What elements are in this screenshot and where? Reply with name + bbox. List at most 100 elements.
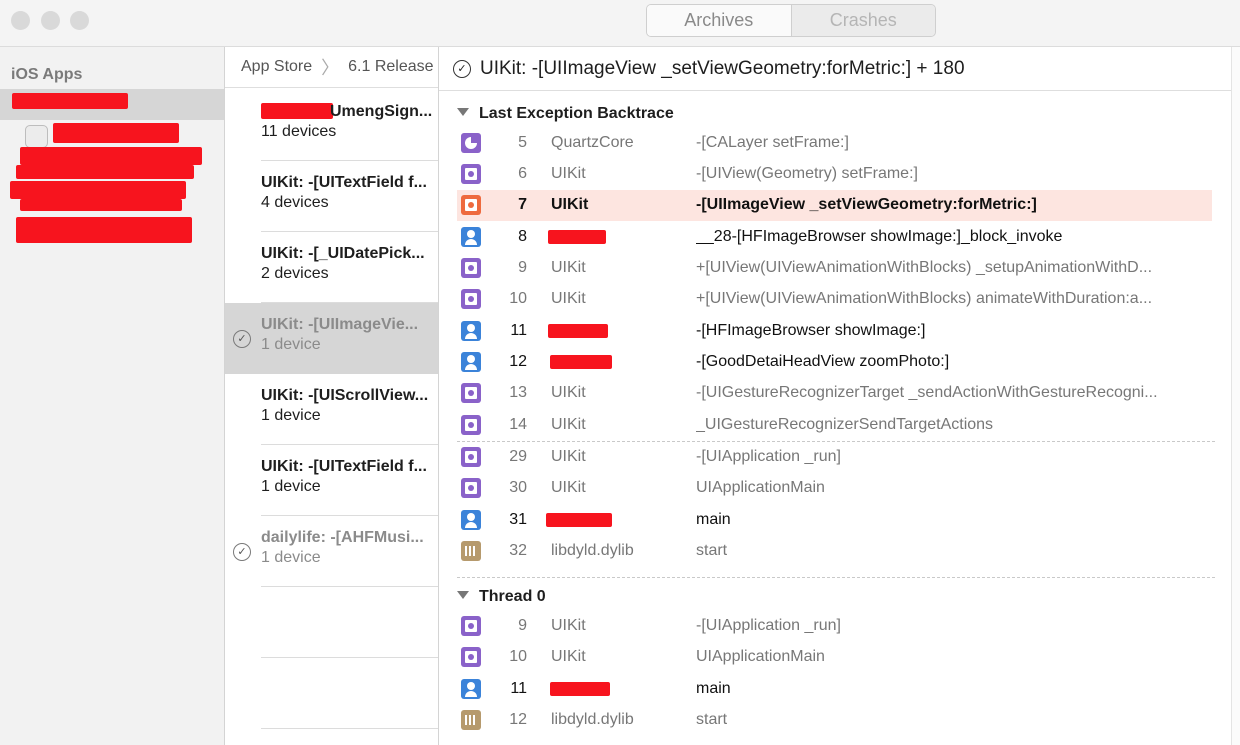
empty-list-row (225, 658, 438, 729)
frame-library: UIKit (551, 259, 586, 276)
frame-symbol: -[CALayer setFrame:] (696, 134, 849, 151)
close-window-button[interactable] (11, 11, 30, 30)
redacted-app-name (261, 103, 333, 119)
frame-library: UIKit (551, 648, 586, 665)
stack-frame-row[interactable]: 30 UIKit UIApplicationMain (457, 473, 1212, 504)
quartzcore-icon (461, 133, 481, 153)
stack-frame-row[interactable]: 11 -[HFImageBrowser showImage:] (457, 316, 1212, 347)
disclosure-triangle-icon[interactable] (457, 591, 469, 599)
stack-frame-row[interactable]: 8 __28-[HFImageBrowser showImage:]_block… (457, 222, 1212, 253)
tab-crashes[interactable]: Crashes (791, 5, 935, 36)
frame-number: 8 (518, 228, 527, 245)
crash-list-item[interactable]: UmengSign... 11 devices (225, 90, 438, 161)
crash-device-count: 1 device (261, 478, 321, 495)
stack-frame-row[interactable]: 9 UIKit +[UIView(UIViewAnimationWithBloc… (457, 253, 1212, 284)
redacted-app-name (53, 123, 179, 143)
frame-library: UIKit (551, 448, 586, 465)
crash-title: UmengSign... (330, 103, 433, 120)
crash-list-item[interactable]: UIKit: -[UITextField f... 4 devices (225, 161, 438, 232)
stack-frame-row-highlighted[interactable]: 7 UIKit -[UIImageView _setViewGeometry:f… (457, 190, 1212, 221)
framework-icon (461, 478, 481, 498)
crash-detail: ✓ UIKit: -[UIImageView _setViewGeometry:… (439, 47, 1231, 745)
section-last-exception-backtrace[interactable]: Last Exception Backtrace (457, 105, 674, 123)
frame-symbol: _UIGestureRecognizerSendTargetActions (696, 416, 994, 433)
title-bar: Archives Crashes (0, 0, 1240, 47)
app-icon (25, 125, 48, 148)
frame-number: 11 (510, 322, 527, 339)
framework-icon (461, 258, 481, 278)
framework-icon (461, 415, 481, 435)
frame-symbol: -[UIApplication _run] (696, 617, 841, 634)
redacted-app-name (16, 217, 192, 243)
user-code-icon (461, 227, 481, 247)
frame-symbol: start (696, 542, 728, 559)
breadcrumb-app-store[interactable]: App Store (241, 58, 312, 76)
stack-frame-row[interactable]: 10 UIKit UIApplicationMain (457, 642, 1212, 673)
redacted-app-name (20, 147, 202, 165)
crash-list-item[interactable]: UIKit: -[UIScrollView... 1 device (225, 374, 438, 445)
frame-library: UIKit (551, 165, 586, 182)
frame-library: QuartzCore (551, 134, 634, 151)
framework-icon (461, 616, 481, 636)
disclosure-triangle-icon[interactable] (457, 108, 469, 116)
redacted-app-name (10, 181, 186, 199)
framework-icon (461, 447, 481, 467)
stack-frame-row[interactable]: 31 main (457, 505, 1212, 536)
stack-frame-row[interactable]: 14 UIKit _UIGestureRecognizerSendTargetA… (457, 410, 1212, 441)
zoom-window-button[interactable] (70, 11, 89, 30)
user-code-icon (461, 321, 481, 341)
frame-symbol: -[GoodDetaiHeadView zoomPhoto:] (696, 353, 950, 370)
stack-frame-row[interactable]: 5 QuartzCore -[CALayer setFrame:] (457, 128, 1212, 159)
redacted-app-name (12, 93, 128, 109)
frame-symbol: +[UIView(UIViewAnimationWithBlocks) _set… (696, 259, 1153, 276)
vertical-scrollbar[interactable] (1231, 47, 1240, 745)
stack-frame-row[interactable]: 10 UIKit +[UIView(UIViewAnimationWithBlo… (457, 284, 1212, 315)
breadcrumb: App Store 〉 6.1 Release (225, 47, 438, 88)
section-thread-0[interactable]: Thread 0 (457, 588, 546, 606)
crash-list-item[interactable]: ✓ dailylife: -[AHFMusi... 1 device (225, 516, 438, 587)
crash-list-item-selected[interactable]: ✓ UIKit: -[UIImageVie... 1 device (225, 303, 438, 374)
apps-sidebar: iOS Apps (0, 47, 225, 745)
frame-number: 10 (509, 648, 527, 665)
stack-frame-row[interactable]: 11 main (457, 674, 1212, 705)
frame-symbol: UIApplicationMain (696, 648, 825, 665)
crash-list-item[interactable]: UIKit: -[_UIDatePick... 2 devices (225, 232, 438, 303)
crash-list-item[interactable]: UIKit: -[UITextField f... 1 device (225, 445, 438, 516)
stack-frame-row[interactable]: 12 -[GoodDetaiHeadView zoomPhoto:] (457, 347, 1212, 378)
stack-frame-row[interactable]: 9 UIKit -[UIApplication _run] (457, 611, 1212, 642)
redacted-app-name (20, 199, 182, 211)
stack-frame-row[interactable]: 6 UIKit -[UIView(Geometry) setFrame:] (457, 159, 1212, 190)
empty-list-row (225, 587, 438, 658)
sidebar-title: iOS Apps (11, 66, 83, 83)
crash-title: UIKit: -[UIScrollView... (261, 387, 429, 404)
frame-number: 31 (509, 511, 527, 528)
divider (261, 728, 438, 729)
crash-title: UIKit: -[_UIDatePick... (261, 245, 425, 262)
frame-library: libdyld.dylib (551, 711, 634, 728)
crash-device-count: 1 device (261, 407, 321, 424)
frame-symbol: main (696, 680, 731, 697)
stack-frame-row[interactable]: 29 UIKit -[UIApplication _run] (457, 442, 1212, 473)
frame-library: libdyld.dylib (551, 542, 634, 559)
redacted-module-name (550, 355, 612, 369)
crash-device-count: 1 device (261, 336, 321, 353)
frame-symbol: main (696, 511, 731, 528)
minimize-window-button[interactable] (41, 11, 60, 30)
sidebar-item-selected[interactable] (0, 89, 224, 120)
section-title: Last Exception Backtrace (479, 105, 674, 122)
frame-number: 11 (510, 680, 527, 697)
frame-number: 6 (518, 165, 527, 182)
breadcrumb-release[interactable]: 6.1 Release (348, 58, 433, 76)
crash-detail-title: UIKit: -[UIImageView _setViewGeometry:fo… (480, 57, 965, 79)
stack-frame-row[interactable]: 32 libdyld.dylib start (457, 536, 1212, 567)
section-divider (457, 577, 1215, 578)
frame-library: UIKit (551, 479, 586, 496)
frame-symbol: __28-[HFImageBrowser showImage:]_block_i… (696, 228, 1063, 245)
stack-frame-row[interactable]: 12 libdyld.dylib start (457, 705, 1212, 736)
stack-frame-row[interactable]: 13 UIKit -[UIGestureRecognizerTarget _se… (457, 378, 1212, 409)
frame-symbol: UIApplicationMain (696, 479, 825, 496)
tab-archives[interactable]: Archives (647, 5, 792, 36)
checkmark-icon: ✓ (453, 59, 471, 78)
checkmark-icon: ✓ (233, 330, 251, 348)
frame-number: 12 (509, 353, 527, 370)
